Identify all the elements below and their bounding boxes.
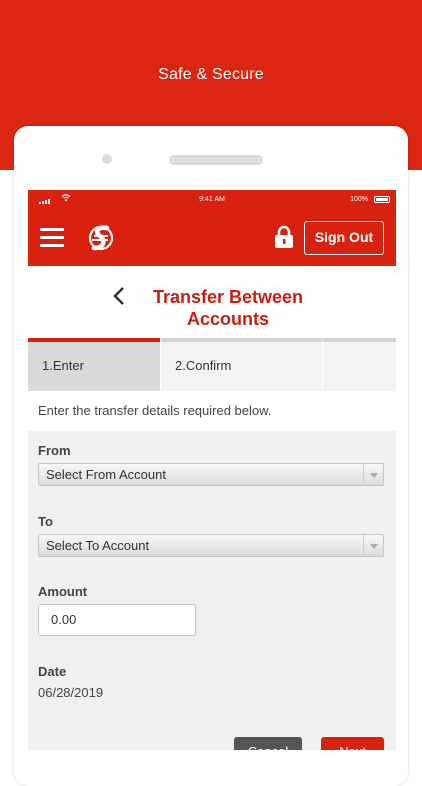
app-bar: Sign Out (28, 210, 396, 266)
to-account-select[interactable]: Select To Account (38, 534, 384, 557)
app-screen: 9:41 AM 100% Sign Out Transfer Between A… (28, 190, 396, 750)
amount-input[interactable]: 0.00 (38, 604, 196, 636)
next-button[interactable]: Next (321, 737, 384, 750)
back-chevron-icon[interactable] (110, 285, 128, 307)
status-time: 9:41 AM (199, 196, 225, 203)
date-label: Date (38, 664, 67, 679)
sign-out-button[interactable]: Sign Out (304, 221, 384, 255)
from-label: From (38, 443, 71, 458)
instructions-text: Enter the transfer details required belo… (28, 391, 396, 431)
step-enter: 1.Enter (28, 338, 160, 391)
scotiabank-logo-icon (88, 225, 114, 251)
battery-icon (374, 196, 390, 203)
page-title: Transfer Between Accounts (128, 286, 328, 330)
to-label: To (38, 514, 53, 529)
page-title-line1: Transfer Between (152, 287, 304, 307)
from-account-value: Select From Account (46, 467, 166, 482)
from-account-select[interactable]: Select From Account (38, 463, 384, 486)
dropdown-arrow-icon (363, 535, 383, 556)
amount-label: Amount (38, 584, 88, 599)
date-value: 06/28/2019 (38, 685, 104, 700)
tagline: Safe & Secure (158, 66, 264, 83)
status-bar: 9:41 AM 100% (28, 190, 396, 210)
cancel-button[interactable]: Cancel (234, 737, 302, 750)
phone-camera (102, 154, 112, 164)
page-title-line2: Accounts (186, 309, 269, 329)
lock-icon (275, 225, 293, 248)
menu-icon[interactable] (40, 228, 64, 248)
step-empty (322, 338, 396, 391)
step-confirm: 2.Confirm (160, 338, 322, 391)
step-indicator: 1.Enter 2.Confirm (28, 338, 396, 391)
page-title-bar: Transfer Between Accounts (28, 266, 396, 338)
dropdown-arrow-icon (363, 464, 383, 485)
battery-percent: 100% (350, 196, 368, 203)
to-account-value: Select To Account (46, 538, 150, 553)
phone-speaker (169, 155, 263, 165)
